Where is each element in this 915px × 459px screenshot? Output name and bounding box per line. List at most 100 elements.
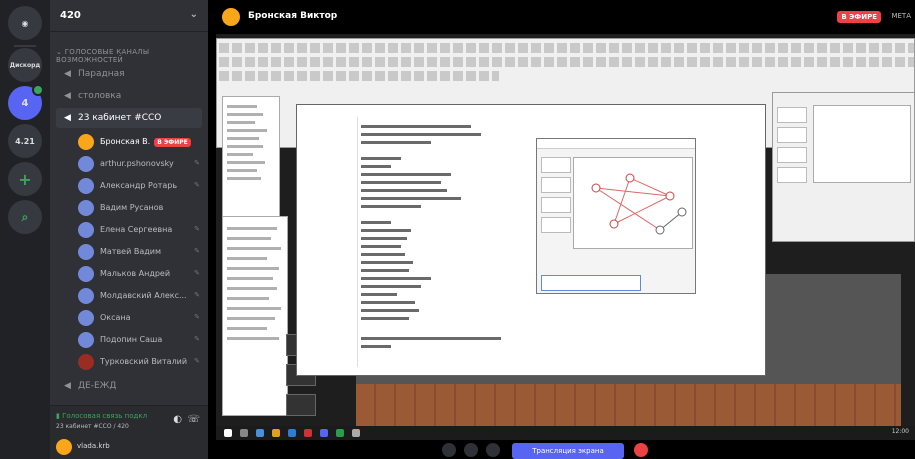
code-line: [361, 133, 481, 136]
code-line: [361, 337, 501, 340]
voice-connection-panel: ▮ Голосовая связь подкл 23 кабинет #ССО …: [50, 405, 208, 435]
select-tool-button[interactable]: [541, 197, 571, 213]
code-line: [361, 277, 431, 280]
user-panel: vlada.krb: [50, 435, 208, 459]
voice-status-text: Голосовая связь подкл: [62, 412, 148, 420]
disconnect-icon[interactable]: ☏: [187, 414, 200, 425]
disconnect-call-icon[interactable]: [634, 443, 648, 457]
avatar: [78, 222, 94, 238]
screen-share-button[interactable]: Трансляция экрана: [512, 443, 624, 459]
prop-line: [227, 297, 269, 300]
voice-user[interactable]: Мальков Андрей ✎: [76, 264, 204, 284]
graph-node: [677, 207, 687, 217]
graph-node: [665, 191, 675, 201]
code-line: [361, 309, 419, 312]
speaker-icon: ◀: [64, 91, 71, 101]
discord-home-icon[interactable]: ◉: [8, 6, 42, 40]
taskbar-clock: 12:00: [891, 428, 909, 435]
home-button[interactable]: Дискорд: [8, 48, 42, 82]
taskbar-app-icon[interactable]: [336, 429, 344, 437]
channel-parade[interactable]: ◀ Парадная: [56, 64, 202, 84]
palette-button[interactable]: [777, 127, 807, 143]
code-line: [361, 293, 397, 296]
voice-user[interactable]: Молдавский Алекс... ✎: [76, 286, 204, 306]
live-badge: В ЭФИРЕ: [837, 11, 881, 23]
start-icon[interactable]: [224, 429, 232, 437]
code-line: [361, 157, 401, 160]
node-tool-button[interactable]: [541, 157, 571, 173]
voice-user[interactable]: Матвей Вадим ✎: [76, 242, 204, 262]
mic-icon[interactable]: [464, 443, 478, 457]
tree-line: [227, 113, 263, 116]
browser-icon[interactable]: [288, 429, 296, 437]
prop-line: [227, 317, 275, 320]
code-line: [361, 189, 447, 192]
voice-user[interactable]: Оксана ✎: [76, 308, 204, 328]
tree-line: [227, 137, 259, 140]
windows-taskbar: 12:00: [216, 426, 915, 440]
avatar: [78, 156, 94, 172]
graph-canvas[interactable]: [573, 157, 693, 249]
avatar[interactable]: [56, 439, 72, 455]
code-line: [361, 285, 421, 288]
server-icon[interactable]: 4.21: [8, 124, 42, 158]
stream-meta: МЕТА: [891, 12, 911, 20]
voice-user[interactable]: Александр Ротарь ✎: [76, 176, 204, 196]
form-canvas[interactable]: [813, 105, 911, 183]
palette-button[interactable]: [777, 107, 807, 123]
server-count: 4.21: [15, 136, 35, 146]
server-header[interactable]: 420 ⌄: [50, 0, 208, 32]
graph-node: [591, 183, 601, 193]
voice-user[interactable]: Турковский Виталий ✎: [76, 352, 204, 372]
edge-tool-button[interactable]: [541, 177, 571, 193]
explore-servers-icon[interactable]: ⌕: [8, 200, 42, 234]
prop-line: [227, 227, 277, 230]
discord-taskbar-icon[interactable]: [320, 429, 328, 437]
channel-canteen[interactable]: ◀ столовка: [56, 86, 202, 106]
avatar: [78, 332, 94, 348]
mic-muted-icon: ✎: [194, 225, 200, 233]
noise-suppression-icon[interactable]: ◐: [173, 414, 182, 425]
voice-user[interactable]: Елена Сергеевна ✎: [76, 220, 204, 240]
folder-icon[interactable]: [272, 429, 280, 437]
tree-line: [227, 161, 265, 164]
code-line: [361, 205, 421, 208]
dialog-titlebar: [537, 139, 695, 149]
server-icon-active[interactable]: 4: [8, 84, 44, 120]
code-line: [361, 261, 413, 264]
headphones-icon[interactable]: [486, 443, 500, 457]
voice-user[interactable]: Подопин Саша ✎: [76, 330, 204, 350]
server-badge-number: 4: [21, 97, 29, 109]
camera-icon[interactable]: [442, 443, 456, 457]
voice-user[interactable]: Вадим Русанов: [76, 198, 204, 218]
avatar: [78, 244, 94, 260]
code-line: [361, 269, 409, 272]
voice-user[interactable]: Бронская В. В ЭФИРЕ: [76, 132, 204, 152]
channel-room-23[interactable]: ◀ 23 кабинет #ССО: [56, 108, 202, 128]
mic-muted-icon: ✎: [194, 159, 200, 167]
taskbar-app-icon[interactable]: [304, 429, 312, 437]
move-tool-button[interactable]: [541, 217, 571, 233]
prop-line: [227, 237, 271, 240]
graph-node: [625, 173, 635, 183]
search-icon[interactable]: [240, 429, 248, 437]
channel-label: Парадная: [78, 69, 125, 79]
channel-category[interactable]: ⌄ ГОЛОСОВЫЕ КАНАЛЫ ВОЗМОЖНОСТЕЙ: [56, 48, 208, 64]
channel-extra[interactable]: ◀ ДЕ-ЕЖД: [56, 376, 202, 396]
background-floor: [356, 384, 901, 426]
code-line: [361, 253, 405, 256]
voice-user[interactable]: arthur.pshonovsky ✎: [76, 154, 204, 174]
graph-dialog[interactable]: [536, 138, 696, 294]
palette-button[interactable]: [777, 167, 807, 183]
shared-screen[interactable]: [216, 34, 915, 426]
toolbar-secondary: [219, 71, 499, 81]
taskbar-app-icon[interactable]: [352, 429, 360, 437]
chevron-down-icon: ⌄: [189, 9, 198, 20]
chevron-down-icon: ⌄: [56, 48, 65, 56]
add-server-icon[interactable]: +: [8, 162, 42, 196]
taskbar-app-icon[interactable]: [256, 429, 264, 437]
palette-button[interactable]: [777, 147, 807, 163]
channel-label: 23 кабинет #ССО: [78, 113, 162, 123]
graph-text-input[interactable]: [541, 275, 641, 291]
stream-header: Бронская Виктор В ЭФИРЕ МЕТА: [208, 0, 915, 32]
